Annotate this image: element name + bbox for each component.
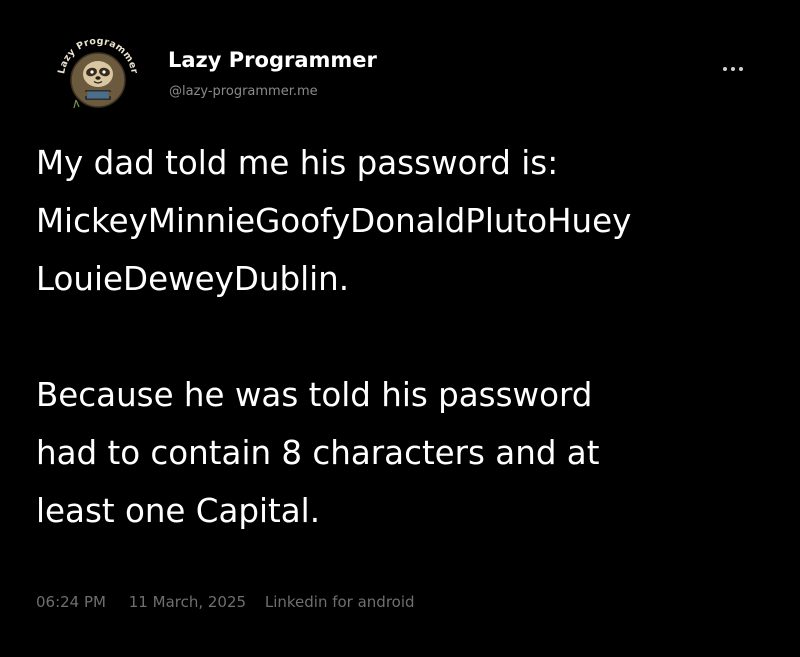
more-options-icon <box>723 67 743 71</box>
more-options-button[interactable] <box>716 56 750 80</box>
post-date[interactable]: 11 March, 2025 <box>129 593 246 611</box>
post-source: Linkedin for android <box>264 593 415 611</box>
sloth-avatar-icon: Lazy Programmer <box>56 36 139 109</box>
tweet-text: My dad told me his password is: MickeyMi… <box>36 134 776 540</box>
tweet-line: My dad told me his password is: <box>36 144 559 182</box>
tweet-line: Because he was told his password <box>36 376 593 414</box>
tweet-meta: 06:24 PM 11 March, 2025 Linkedin for and… <box>36 593 415 611</box>
author-handle[interactable]: @lazy-programmer.me <box>169 84 318 99</box>
tweet-line: MickeyMinnieGoofyDonaldPlutoHuey <box>36 202 632 240</box>
author-display-name[interactable]: Lazy Programmer <box>168 48 377 72</box>
paragraph-break <box>36 308 776 366</box>
tweet-line: LouieDeweyDublin. <box>36 260 350 298</box>
tweet-line: least one Capital. <box>36 492 321 530</box>
tweet-line: had to contain 8 characters and at <box>36 434 600 472</box>
post-card: Lazy Programmer Lazy Programmer @lazy-pr… <box>0 0 800 657</box>
post-time[interactable]: 06:24 PM <box>36 593 106 611</box>
avatar[interactable]: Lazy Programmer <box>52 26 144 118</box>
